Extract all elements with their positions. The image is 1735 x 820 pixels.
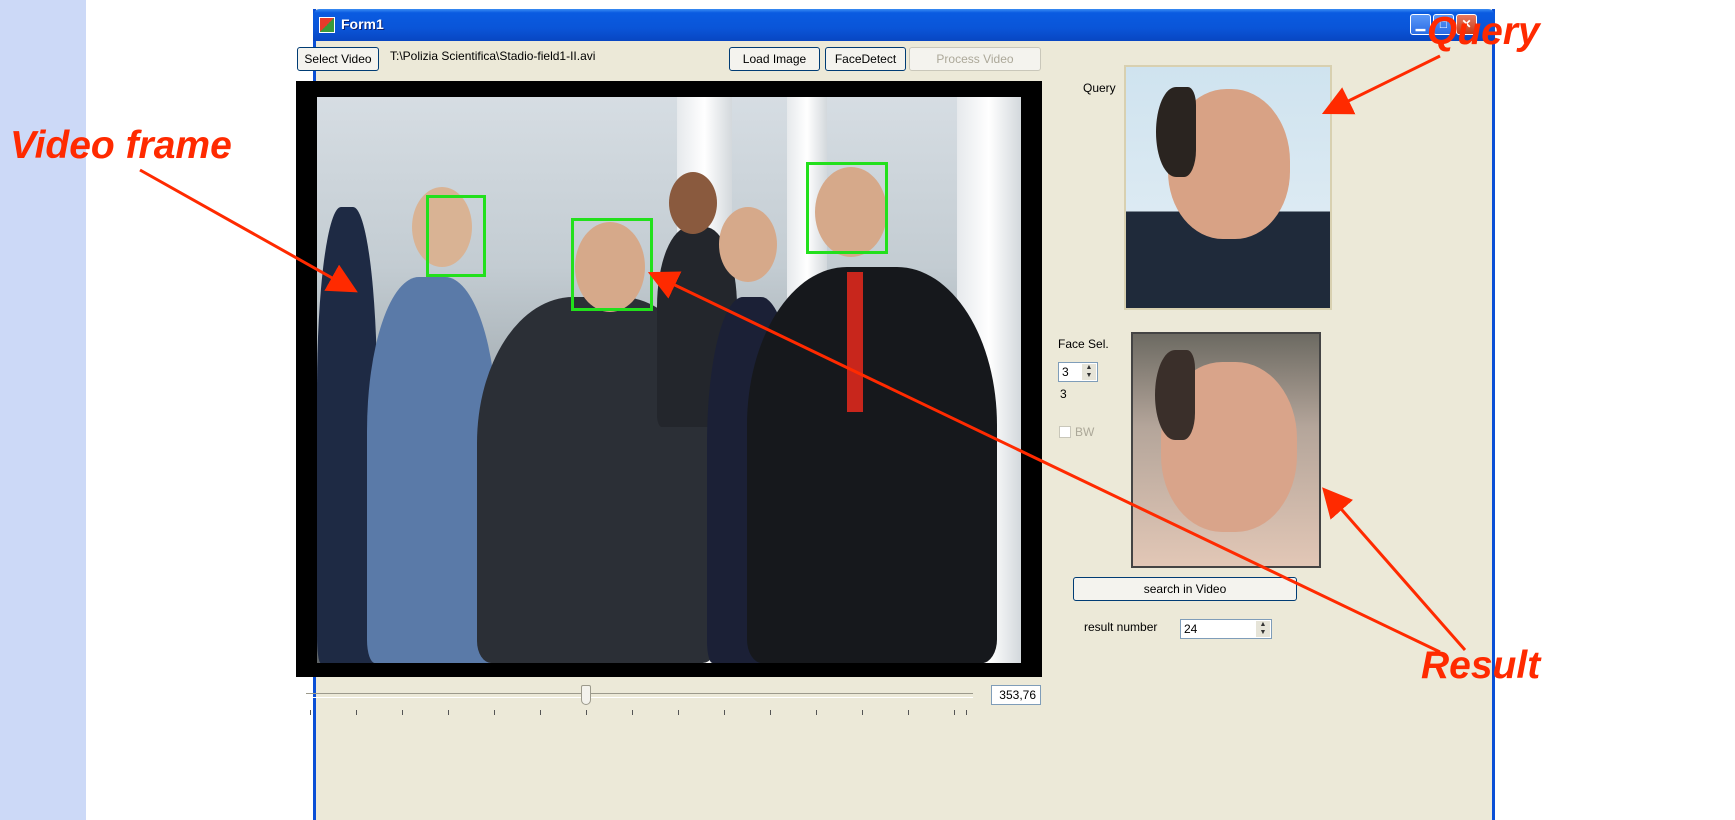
slide-background-band [0,0,86,820]
face-detection-box [426,195,486,277]
query-image [1124,65,1332,310]
spinner-arrows-icon[interactable]: ▲ ▼ [1082,364,1096,380]
timeline-tick [816,710,817,715]
result-number-spinner[interactable]: 24 ▲ ▼ [1180,619,1272,639]
load-image-button[interactable]: Load Image [729,47,820,71]
face-sel-value: 3 [1060,387,1067,401]
app-icon [319,17,335,33]
face-detect-button[interactable]: FaceDetect [825,47,906,71]
face-detection-box [806,162,888,254]
timeline-tick [724,710,725,715]
face-detection-box-selected [571,218,653,311]
video-path-label: T:\Polizia Scientifica\Stadio-field1-II.… [390,49,596,63]
timeline-tick [310,710,311,715]
select-video-button[interactable]: Select Video [297,47,379,71]
video-frame-annotation: Video frame [10,124,232,167]
timeline-tick [908,710,909,715]
result-annotation: Result [1421,644,1541,687]
person-head [669,172,717,234]
person-head [719,207,777,282]
video-frame-image [317,97,1021,663]
query-hair [1156,87,1196,177]
timeline-tick [678,710,679,715]
timeline-tick [586,710,587,715]
timeline-tick [402,710,403,715]
title-bar[interactable]: Form1 ▁ □ ✕ [313,9,1495,41]
face-sel-spinner-value: 3 [1062,365,1069,379]
result-image [1131,332,1321,568]
timeline-tick [954,710,955,715]
query-label: Query [1083,81,1116,95]
face-sel-spinner[interactable]: 3 ▲ ▼ [1058,362,1098,382]
window-title: Form1 [341,16,384,32]
timeline-tick [862,710,863,715]
result-hair [1155,350,1195,440]
query-annotation: Query [1427,10,1540,53]
spinner-arrows-icon[interactable]: ▲ ▼ [1256,621,1270,637]
face-sel-label: Face Sel. [1058,337,1109,351]
timeline-track[interactable] [306,693,973,698]
result-number-value: 24 [1184,622,1198,636]
video-panel [296,81,1042,677]
person-figure [747,267,997,663]
search-in-video-button[interactable]: search in Video [1073,577,1297,601]
timeline-tick [770,710,771,715]
bw-checkbox[interactable] [1059,426,1071,438]
bw-label: BW [1075,425,1095,439]
process-video-button[interactable]: Process Video [909,47,1041,71]
timeline-thumb[interactable] [581,685,591,705]
timeline-tick [448,710,449,715]
timeline-tick [356,710,357,715]
timeline-tick [966,710,967,715]
timeline-tick [494,710,495,715]
timeline-value: 353,76 [991,685,1041,705]
timeline-tick [632,710,633,715]
result-number-label: result number [1084,620,1158,634]
red-tie [847,272,863,412]
timeline-tick [540,710,541,715]
